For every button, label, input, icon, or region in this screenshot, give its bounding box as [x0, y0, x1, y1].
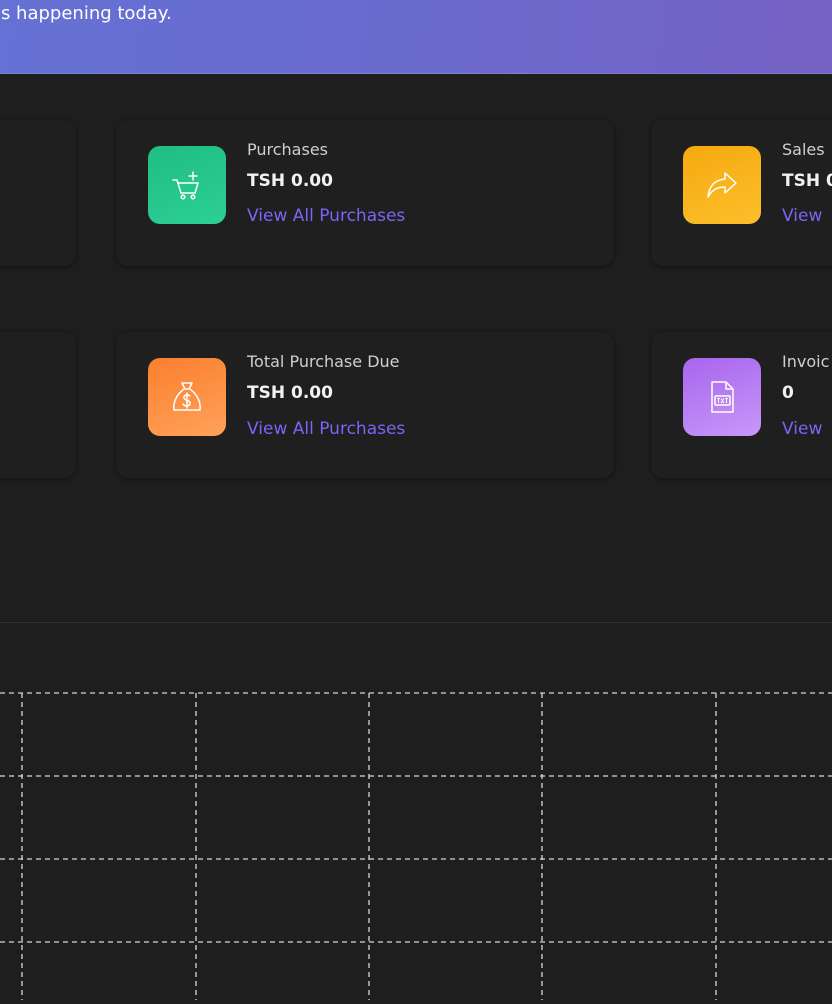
share-arrow-icon: [683, 146, 761, 224]
view-all-purchases-due-link[interactable]: View All Purchases: [247, 418, 405, 440]
welcome-banner: 's happening today.: [0, 0, 832, 74]
banner-text: 's happening today.: [0, 3, 172, 24]
view-sales-link[interactable]: View: [782, 205, 822, 227]
sales-value: TSH 0: [782, 171, 832, 191]
sales-label: Sales: [782, 140, 825, 159]
invoices-label: Invoic: [782, 352, 830, 371]
view-invoices-link[interactable]: View: [782, 418, 822, 440]
total-purchase-due-value: TSH 0.00: [247, 383, 333, 403]
total-purchase-due-label: Total Purchase Due: [247, 352, 400, 371]
sales-card: Sales TSH 0 View: [651, 120, 832, 266]
purchases-label: Purchases: [247, 140, 328, 159]
txt-file-icon: [683, 358, 761, 436]
card-left-partial-1: [0, 120, 76, 266]
chart-grid-lines: [0, 692, 832, 1000]
section-divider: [0, 622, 832, 623]
purchases-card: Purchases TSH 0.00 View All Purchases: [116, 120, 614, 266]
card-left-partial-2: [0, 332, 76, 478]
chart-grid: [0, 690, 832, 1000]
cart-plus-icon: [148, 146, 226, 224]
purchases-value: TSH 0.00: [247, 171, 333, 191]
invoices-card: Invoic 0 View: [651, 332, 832, 478]
money-bag-icon: [148, 358, 226, 436]
total-purchase-due-card: Total Purchase Due TSH 0.00 View All Pur…: [116, 332, 614, 478]
view-all-purchases-link[interactable]: View All Purchases: [247, 205, 405, 227]
invoices-value: 0: [782, 383, 794, 403]
